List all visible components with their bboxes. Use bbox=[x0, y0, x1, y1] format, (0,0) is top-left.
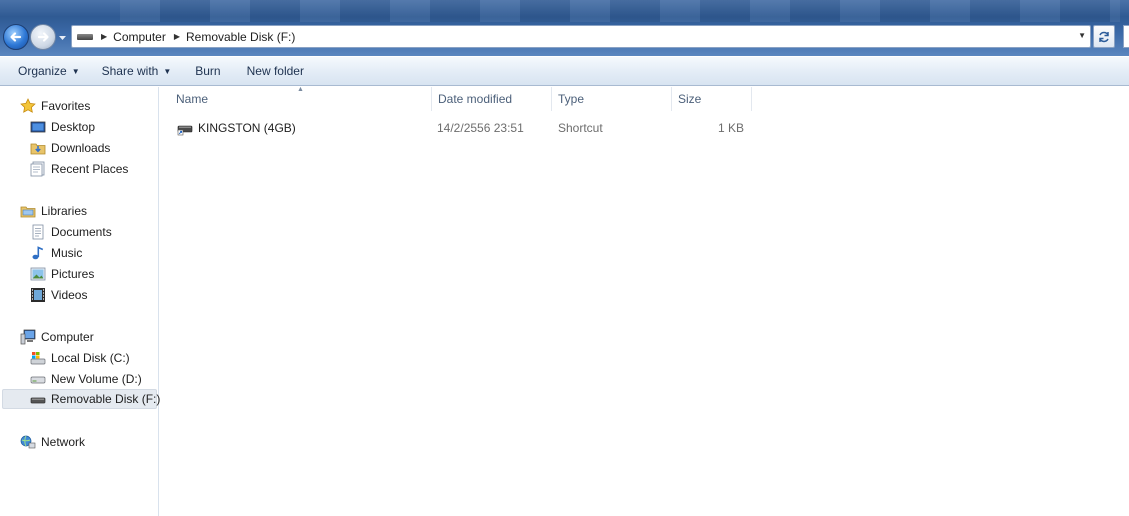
computer-icon bbox=[20, 329, 36, 345]
refresh-button[interactable] bbox=[1093, 25, 1115, 48]
nav-item-label: Removable Disk (F:) bbox=[51, 392, 161, 406]
nav-computer[interactable]: Computer bbox=[20, 327, 94, 347]
nav-item-removable-disk-f[interactable]: Removable Disk (F:) bbox=[2, 389, 161, 409]
nav-computer-label: Computer bbox=[41, 330, 94, 344]
breadcrumb-removable-disk[interactable]: Removable Disk (F:) bbox=[186, 30, 295, 44]
title-bar-background bbox=[120, 0, 1120, 22]
nav-item-new-volume-d[interactable]: New Volume (D:) bbox=[30, 369, 142, 389]
forward-arrow-icon bbox=[37, 32, 49, 42]
libraries-icon bbox=[20, 203, 36, 219]
back-arrow-icon bbox=[10, 32, 22, 42]
address-bar[interactable]: ▶ Computer ▶ Removable Disk (F:) ▼ bbox=[71, 25, 1091, 48]
file-date-modified: 14/2/2556 23:51 bbox=[437, 121, 524, 135]
nav-item-label: Downloads bbox=[51, 141, 111, 155]
file-name-cell[interactable]: KINGSTON (4GB) bbox=[177, 118, 432, 138]
file-name: KINGSTON (4GB) bbox=[198, 121, 296, 135]
nav-item-label: Videos bbox=[51, 288, 88, 302]
nav-item-local-disk-c[interactable]: Local Disk (C:) bbox=[30, 348, 130, 368]
nav-item-label: Desktop bbox=[51, 120, 96, 134]
breadcrumb-separator-icon[interactable]: ▶ bbox=[174, 32, 180, 41]
nav-item-label: Pictures bbox=[51, 267, 95, 281]
downloads-folder-icon bbox=[30, 140, 46, 156]
new-folder-button[interactable]: New folder bbox=[239, 57, 312, 85]
file-type: Shortcut bbox=[558, 121, 603, 135]
removable-drive-icon bbox=[77, 33, 93, 40]
column-header-size-label: Size bbox=[678, 92, 702, 106]
search-input[interactable] bbox=[1123, 25, 1129, 48]
nav-network[interactable]: Network bbox=[20, 432, 85, 452]
nav-item-music[interactable]: Music bbox=[30, 243, 82, 263]
nav-item-recent-places[interactable]: Recent Places bbox=[30, 159, 128, 179]
column-header-name-label: Name bbox=[176, 92, 209, 106]
nav-item-desktop[interactable]: Desktop bbox=[30, 117, 95, 137]
forward-button[interactable] bbox=[30, 24, 56, 50]
nav-item-label: Local Disk (C:) bbox=[51, 351, 130, 365]
chevron-down-icon: ▼ bbox=[163, 66, 172, 76]
column-header-date-modified[interactable]: Date modified bbox=[432, 87, 552, 111]
windows-drive-icon bbox=[30, 350, 46, 366]
music-icon bbox=[30, 245, 46, 261]
column-header-type-label: Type bbox=[558, 92, 585, 106]
nav-item-label: Recent Places bbox=[51, 162, 129, 176]
new-folder-label: New folder bbox=[246, 64, 304, 78]
share-with-label: Share with bbox=[101, 64, 159, 78]
star-icon bbox=[20, 98, 36, 114]
removable-drive-icon bbox=[30, 391, 46, 407]
nav-item-label: Music bbox=[51, 246, 83, 260]
address-history-dropdown-icon[interactable]: ▼ bbox=[1078, 31, 1086, 40]
nav-libraries-label: Libraries bbox=[41, 204, 88, 218]
burn-label: Burn bbox=[195, 64, 221, 78]
column-header-date-label: Date modified bbox=[438, 92, 513, 106]
desktop-icon bbox=[30, 119, 46, 135]
recent-pages-dropdown-icon[interactable] bbox=[58, 33, 67, 42]
pictures-icon bbox=[30, 266, 46, 282]
back-button[interactable] bbox=[3, 24, 29, 50]
nav-item-label: New Volume (D:) bbox=[51, 372, 142, 386]
share-with-button[interactable]: Share with ▼ bbox=[94, 57, 180, 85]
nav-item-documents[interactable]: Documents bbox=[30, 222, 112, 242]
nav-favorites[interactable]: Favorites bbox=[20, 96, 90, 116]
nav-favorites-label: Favorites bbox=[41, 99, 91, 113]
file-size: 1 KB bbox=[717, 121, 744, 135]
burn-button[interactable]: Burn bbox=[187, 57, 228, 85]
refresh-icon bbox=[1099, 31, 1109, 42]
chevron-down-icon: ▼ bbox=[71, 66, 80, 76]
recent-places-icon bbox=[30, 161, 46, 177]
hard-drive-icon bbox=[30, 371, 46, 387]
navigation-pane: Favorites Desktop Downloads Recent Place… bbox=[0, 87, 161, 516]
nav-item-pictures[interactable]: Pictures bbox=[30, 264, 94, 284]
videos-icon bbox=[30, 287, 46, 303]
organize-button[interactable]: Organize ▼ bbox=[0, 57, 88, 85]
command-bar: Organize ▼ Share with ▼ Burn New folder bbox=[0, 56, 1129, 86]
column-header-size[interactable]: Size bbox=[672, 87, 752, 111]
documents-icon bbox=[30, 224, 46, 240]
organize-label: Organize bbox=[18, 64, 67, 78]
breadcrumb-separator-icon[interactable]: ▶ bbox=[101, 32, 107, 41]
breadcrumb-computer[interactable]: Computer bbox=[113, 30, 166, 44]
nav-item-downloads[interactable]: Downloads bbox=[30, 138, 110, 158]
nav-libraries[interactable]: Libraries bbox=[20, 201, 87, 221]
column-header-type[interactable]: Type bbox=[552, 87, 672, 111]
file-row[interactable]: KINGSTON (4GB) 14/2/2556 23:51 Shortcut … bbox=[170, 118, 760, 138]
drive-shortcut-icon bbox=[177, 120, 193, 136]
network-icon bbox=[20, 434, 36, 450]
nav-item-label: Documents bbox=[51, 225, 112, 239]
nav-item-videos[interactable]: Videos bbox=[30, 285, 87, 305]
sort-ascending-icon: ▲ bbox=[297, 86, 304, 93]
nav-network-label: Network bbox=[41, 435, 86, 449]
